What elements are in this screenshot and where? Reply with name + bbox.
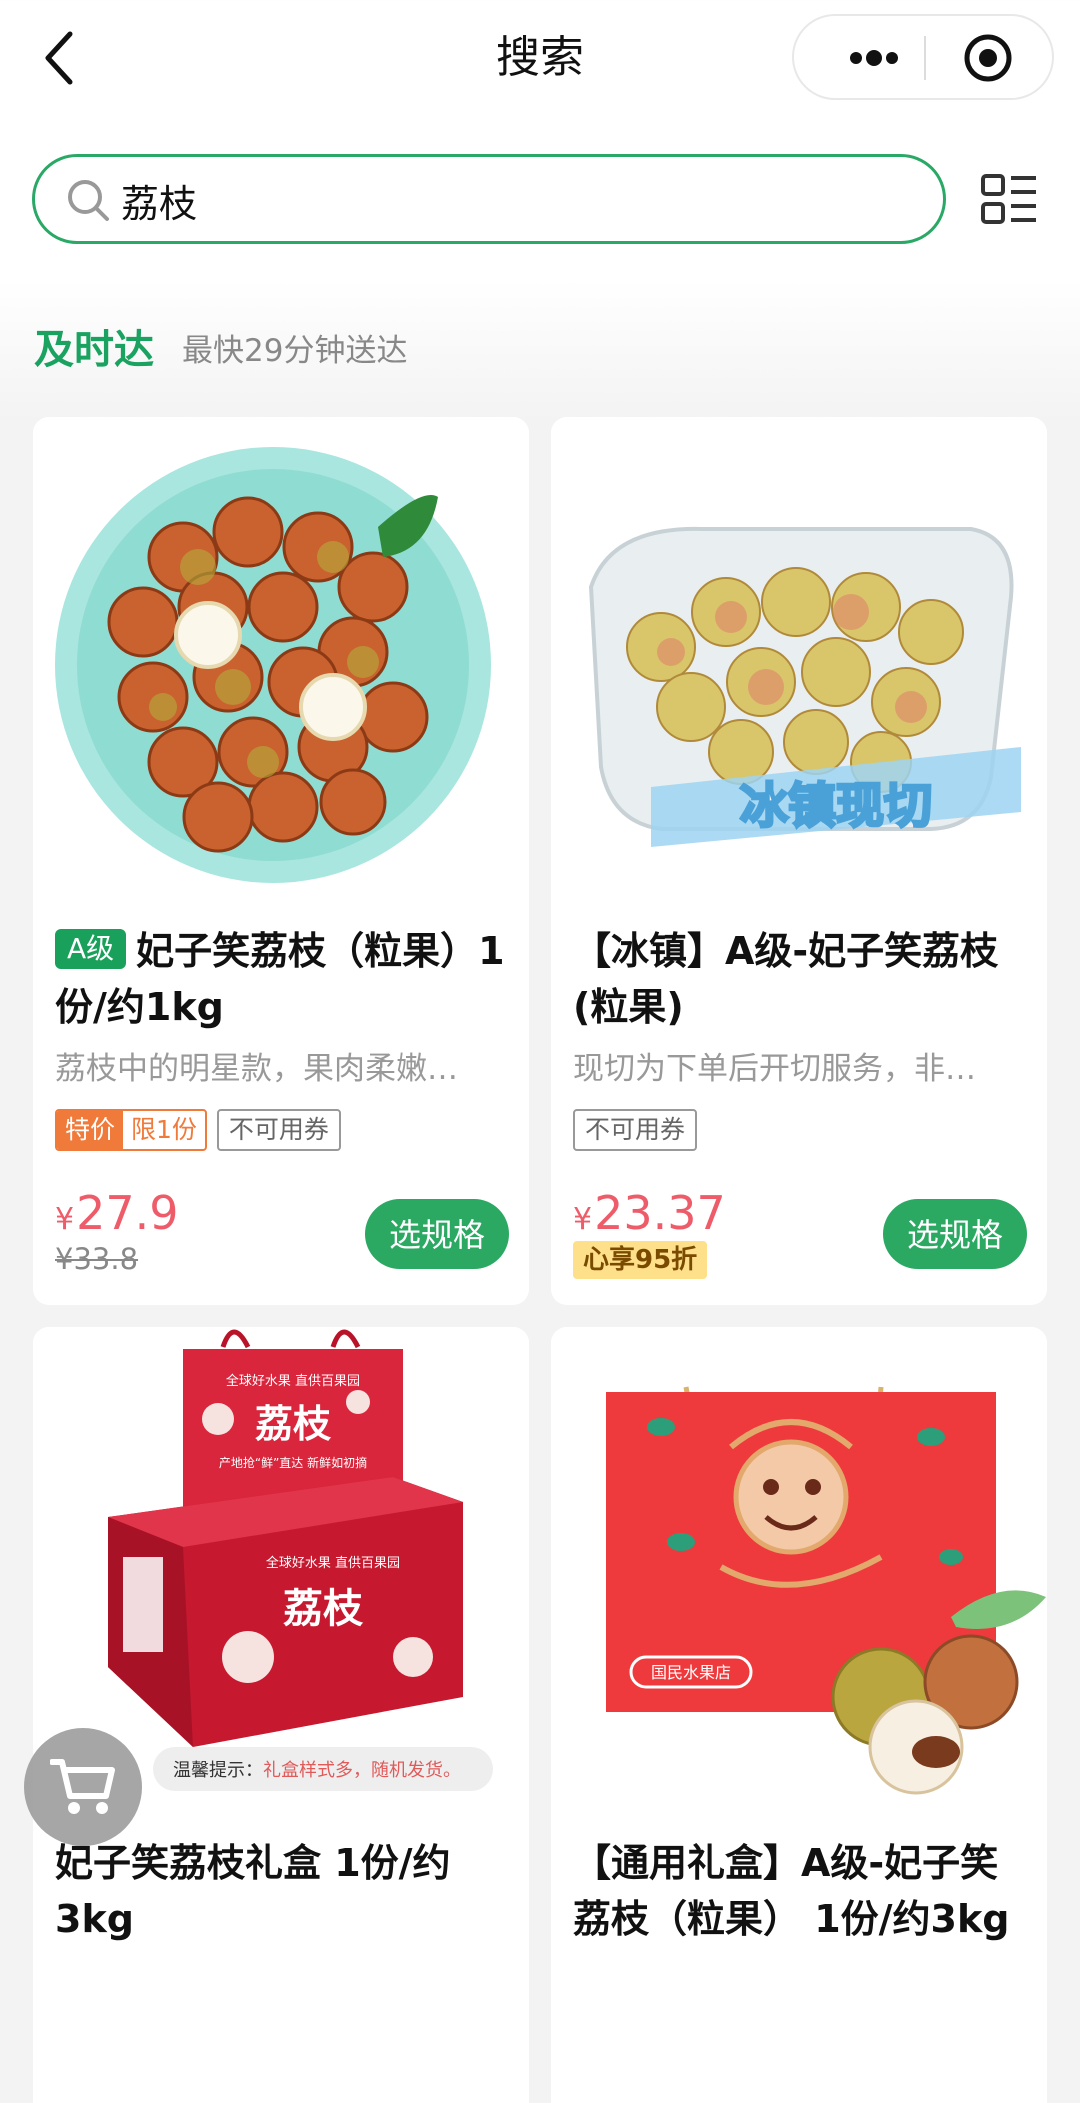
capsule-divider xyxy=(924,36,926,80)
product-tags: 不可用券 xyxy=(573,1109,698,1151)
member-discount-badge: 心享95折 xyxy=(573,1241,708,1279)
chilled-image-text: 冰镇现切 xyxy=(740,778,932,834)
svg-text:温馨提示：礼盒样式多，随机发货。: 温馨提示：礼盒样式多，随机发货。 xyxy=(173,1760,461,1781)
list-view-toggle-icon[interactable] xyxy=(980,170,1038,228)
tip-text: 礼盒样式多，随机发货。 xyxy=(263,1760,461,1781)
delivery-section-subtitle: 最快29分钟送达 xyxy=(182,333,408,369)
product-tags: 特价 限1份 不可用券 xyxy=(55,1109,341,1151)
product-description: 现切为下单后开切服务，非… xyxy=(573,1051,976,1087)
product-card[interactable]: A级 妃子笑荔枝（粒果）1份/约1kg 荔枝中的明星款，果肉柔嫩… 特价 限1份 不可… xyxy=(33,417,529,1305)
bag-title-text: 荔枝 xyxy=(255,1402,332,1446)
search-input[interactable] xyxy=(119,169,903,231)
product-card[interactable]: 冰镇现切 【冰镇】A级-妃子笑荔枝(粒果) 现切为下单后开切服务，非… 不可用券… xyxy=(551,417,1047,1305)
nav-bar: 搜索 xyxy=(0,0,1080,116)
tip-label: 温馨提示： xyxy=(173,1760,263,1781)
original-price: ¥33.8 xyxy=(55,1242,139,1276)
search-icon xyxy=(68,180,109,221)
product-title: 妃子笑荔枝礼盒 1份/约3kg xyxy=(55,1841,451,1941)
mini-program-capsule xyxy=(792,14,1054,100)
no-coupon-tag: 不可用券 xyxy=(573,1109,698,1151)
bag-sub-text: 产地抢“鲜”直达 新鲜如初摘 xyxy=(219,1455,367,1470)
currency-symbol: ¥ xyxy=(573,1202,593,1237)
bag-top-text: 全球好水果 直供百果园 xyxy=(226,1373,360,1389)
product-price: ¥27.9 xyxy=(55,1185,179,1248)
select-spec-button[interactable]: 选规格 xyxy=(365,1199,509,1269)
product-card[interactable]: 全球好水果 直供百果园 荔枝 产地抢“鲜”直达 新鲜如初摘 全球好水果 直供百果… xyxy=(33,1327,529,2103)
no-coupon-tag: 不可用券 xyxy=(216,1109,341,1151)
brand-image-text: 国民水果店 xyxy=(651,1663,731,1682)
more-icon[interactable] xyxy=(824,36,924,80)
product-title: 【通用礼盒】A级-妃子笑荔枝（粒果） 1份/约3kg xyxy=(573,1841,1010,1941)
delivery-section-title: 及时达 xyxy=(34,327,154,373)
search-bar[interactable] xyxy=(32,154,946,244)
product-price: ¥23.37 xyxy=(573,1185,726,1248)
price-value: 27.9 xyxy=(76,1186,179,1240)
product-image-general-gift-box: 国民水果店 xyxy=(551,1327,1047,1887)
currency-symbol: ¥ xyxy=(55,1202,75,1237)
close-target-icon[interactable] xyxy=(958,30,1018,86)
product-image-lychee-plate xyxy=(33,417,529,977)
promo-limit: 限1份 xyxy=(131,1115,197,1144)
product-description: 荔枝中的明星款，果肉柔嫩… xyxy=(55,1051,458,1087)
cart-icon xyxy=(50,1759,115,1814)
cart-button[interactable] xyxy=(24,1728,142,1846)
product-title: A级 妃子笑荔枝（粒果）1份/约1kg xyxy=(55,923,511,1035)
promo-tag: 特价 限1份 xyxy=(55,1109,207,1151)
price-value: 23.37 xyxy=(594,1186,726,1240)
product-image-chilled-lychee: 冰镇现切 xyxy=(551,417,1047,977)
product-card[interactable]: 国民水果店 【通用礼盒】A级-妃子笑荔枝（粒果） 1份/约3kg xyxy=(551,1327,1047,2103)
product-title: 【冰镇】A级-妃子笑荔枝(粒果) xyxy=(573,929,999,1029)
promo-label: 特价 xyxy=(57,1111,124,1149)
select-spec-button[interactable]: 选规格 xyxy=(883,1199,1027,1269)
grade-badge: A级 xyxy=(55,929,127,969)
box-title-text: 荔枝 xyxy=(283,1586,364,1632)
box-top-text: 全球好水果 直供百果园 xyxy=(266,1555,400,1571)
